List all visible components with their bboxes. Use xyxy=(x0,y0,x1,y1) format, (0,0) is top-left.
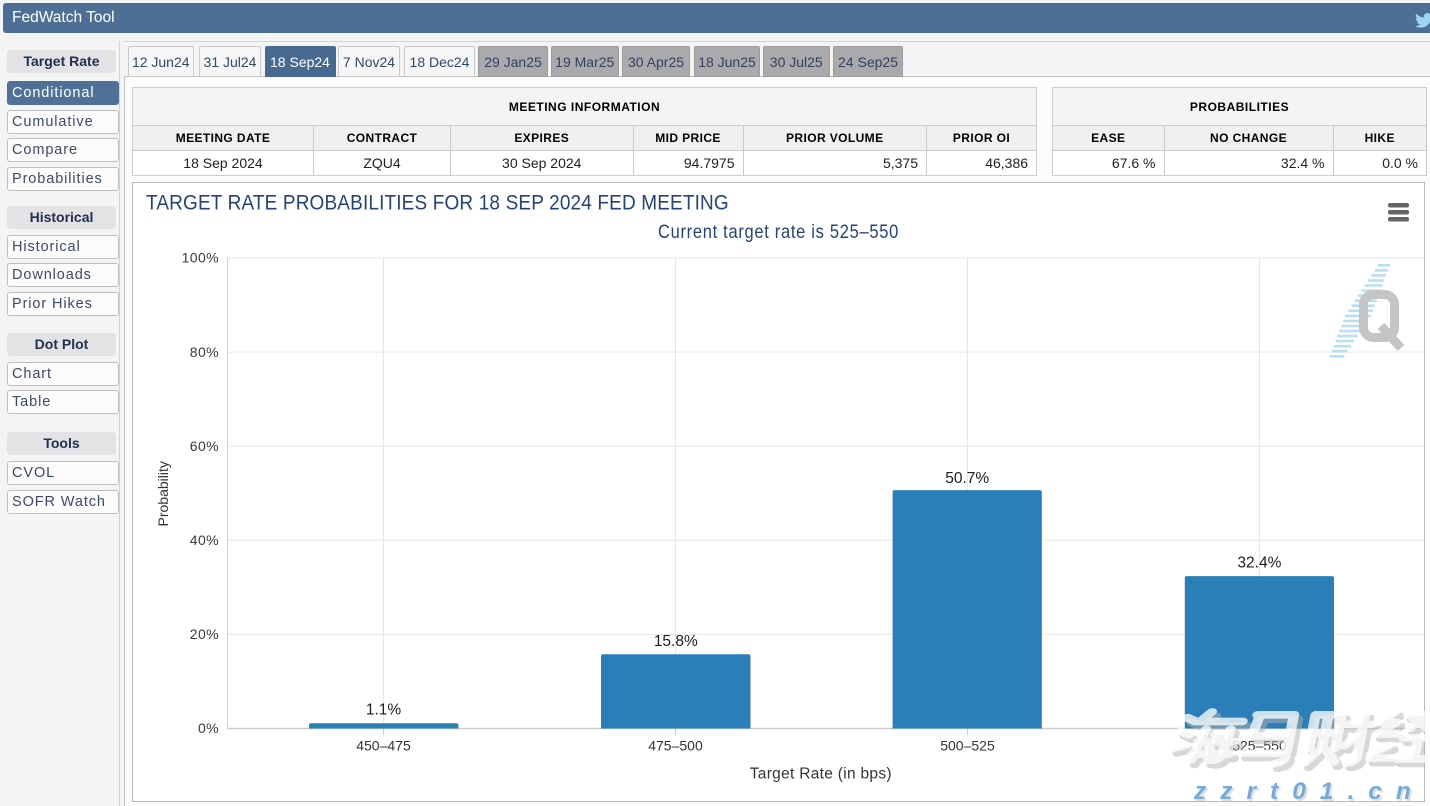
svg-text:100%: 100% xyxy=(182,250,219,266)
svg-text:500–525: 500–525 xyxy=(940,738,995,754)
svg-text:TARGET RATE PROBABILITIES FOR: TARGET RATE PROBABILITIES FOR 18 SEP 202… xyxy=(146,191,729,214)
svg-text:475–500: 475–500 xyxy=(648,738,703,754)
svg-text:20%: 20% xyxy=(190,626,219,642)
svg-text:Target Rate (in bps): Target Rate (in bps) xyxy=(750,766,892,783)
svg-text:50.7%: 50.7% xyxy=(945,470,989,487)
svg-text:15.8%: 15.8% xyxy=(654,633,698,650)
svg-text:zzrt01.cn: zzrt01.cn xyxy=(1193,778,1425,802)
svg-text:40%: 40% xyxy=(190,532,219,548)
svg-text:1.1%: 1.1% xyxy=(366,702,402,719)
svg-text:Probability: Probability xyxy=(155,461,171,526)
svg-text:32.4%: 32.4% xyxy=(1237,555,1281,572)
svg-text:80%: 80% xyxy=(190,344,219,360)
svg-text:450–475: 450–475 xyxy=(356,738,411,754)
svg-text:0%: 0% xyxy=(198,720,219,736)
svg-text:Current target rate is 525–550: Current target rate is 525–550 xyxy=(658,221,899,243)
svg-text:60%: 60% xyxy=(190,438,219,454)
